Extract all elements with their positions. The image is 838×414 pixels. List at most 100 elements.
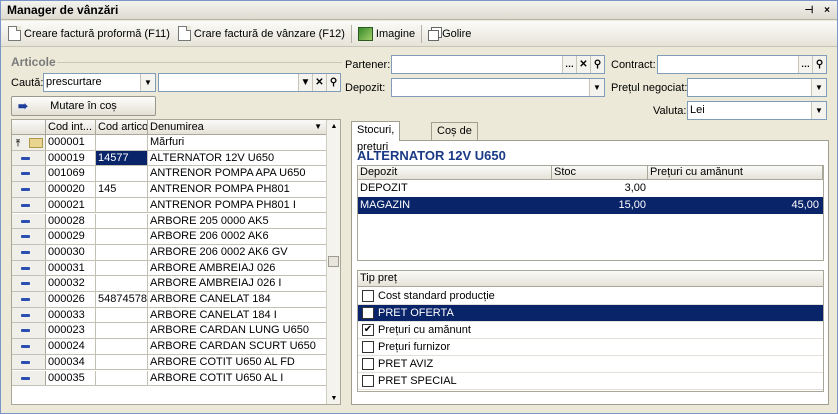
clear-partner-icon[interactable]: ✕ (576, 56, 590, 73)
dropdown-arrow-icon[interactable]: ▼ (140, 74, 155, 91)
row-indicator[interactable] (12, 260, 46, 276)
cell-article-code: 145 (96, 182, 148, 197)
row-indicator[interactable] (12, 166, 46, 182)
row-indicator[interactable] (12, 197, 46, 213)
checkbox[interactable] (362, 341, 374, 353)
table-row[interactable]: 000019 14577 ALTERNATOR 12V U650 (12, 150, 328, 167)
column-header-article-code[interactable]: Cod articol (96, 120, 148, 135)
price-type-row[interactable]: Prețuri furnizor (358, 339, 823, 356)
search-icon[interactable]: ⚲ (326, 74, 340, 91)
folder-icon (29, 138, 43, 148)
partner-label: Partener: (345, 59, 391, 71)
clear-search-icon[interactable]: ✕ (312, 74, 326, 91)
column-header-internal-code[interactable]: Cod int... (46, 120, 96, 135)
checkbox[interactable] (362, 375, 374, 387)
create-proforma-button[interactable]: Creare factură proformă (F11) (4, 23, 174, 45)
search-contract-icon[interactable]: ⚲ (812, 56, 826, 73)
table-row[interactable]: 000024 ARBORE CARDAN SCURT U650 (12, 339, 328, 355)
create-invoice-button[interactable]: Crare factură de vânzare (F12) (174, 23, 349, 45)
row-indicator[interactable] (12, 244, 46, 260)
table-row[interactable]: 001069 ANTRENOR POMPA APA U650 (12, 166, 328, 183)
close-icon[interactable]: × (821, 1, 833, 20)
price-type-row[interactable]: PRET OFERTA (358, 305, 823, 322)
negotiated-price-select[interactable]: ▼ (687, 78, 827, 97)
row-indicator[interactable] (12, 370, 46, 386)
dropdown-arrow-icon[interactable]: ▼ (811, 79, 826, 96)
grid-folder-row[interactable]: ⤒ 000001 Mărfuri (12, 135, 328, 151)
price-type-list: Tip preț Cost standard producție PRET OFE… (357, 270, 824, 392)
checkbox[interactable] (362, 290, 374, 302)
price-type-row[interactable]: PRET SPECIAL (358, 373, 823, 390)
table-row[interactable]: 000023 ARBORE CARDAN LUNG U650 (12, 323, 328, 340)
stock-row[interactable]: MAGAZIN 15,00 45,00 (358, 197, 823, 214)
row-indicator[interactable] (12, 229, 46, 244)
row-indicator[interactable] (12, 323, 46, 339)
table-row[interactable]: 000035 ARBORE COTIT U650 AL I (12, 370, 328, 387)
dropdown-arrow-icon[interactable]: ▼ (589, 79, 604, 96)
dropdown-arrow-icon[interactable]: ▼ (811, 102, 826, 119)
cell-internal-code: 000035 (46, 370, 96, 386)
table-row[interactable]: 000033 ARBORE CANELAT 184 I (12, 307, 328, 324)
cell-article-code (96, 213, 148, 229)
contract-input[interactable]: … ⚲ (657, 55, 827, 74)
checked-checkbox[interactable]: ✔ (362, 324, 374, 336)
row-indicator[interactable] (12, 307, 46, 323)
price-type-row[interactable]: PRET AVIZ (358, 356, 823, 373)
table-row[interactable]: 000029 ARBORE 206 0002 AK6 (12, 229, 328, 245)
scroll-down-icon[interactable]: ▼ (328, 393, 340, 404)
cell-article-code (96, 276, 148, 291)
articles-grid: Cod int... Cod articol Denumirea ▼ ⤒ 0000… (11, 119, 341, 405)
price-type-label: PRET AVIZ (378, 358, 434, 370)
item-icon (21, 172, 30, 176)
price-type-row[interactable]: Cost standard producție (358, 288, 823, 305)
checkbox[interactable] (362, 358, 374, 370)
row-indicator[interactable] (12, 292, 46, 307)
table-row[interactable]: 000026 54874578 ARBORE CANELAT 184 (12, 292, 328, 308)
item-icon (21, 156, 30, 160)
image-icon (357, 26, 373, 41)
table-row[interactable]: 000020 145 ANTRENOR POMPA PH801 (12, 182, 328, 198)
row-indicator[interactable] (12, 339, 46, 354)
row-indicator[interactable]: ⤒ (12, 135, 46, 150)
scroll-up-icon[interactable]: ▲ (328, 121, 340, 133)
column-header-depot[interactable]: Depozit (358, 166, 552, 180)
depot-select[interactable]: ▼ (391, 78, 605, 97)
checkbox[interactable] (362, 307, 374, 319)
row-indicator[interactable] (12, 276, 46, 291)
tab-article-cart[interactable]: Coș de articole (431, 122, 479, 154)
search-field-select[interactable]: prescurtare ▼ (43, 73, 156, 92)
cell-article-code (96, 244, 148, 260)
column-header-retail-price[interactable]: Prețuri cu amănunt (648, 166, 823, 180)
price-type-label: Prețuri cu amănunt (378, 324, 471, 336)
scroll-thumb[interactable] (328, 256, 339, 267)
row-indicator[interactable] (12, 150, 46, 166)
browse-icon[interactable]: … (562, 56, 576, 73)
clear-button[interactable]: Golire (424, 23, 475, 45)
pin-icon[interactable]: ⊣ (803, 1, 815, 20)
move-to-cart-button[interactable]: ➠ Mutare în coș (11, 96, 156, 116)
column-header-stock[interactable]: Stoc (552, 166, 648, 180)
column-header-name[interactable]: Denumirea ▼ (148, 120, 328, 135)
table-row[interactable]: 000034 ARBORE COTIT U650 AL FD (12, 354, 328, 371)
stock-row[interactable]: DEPOZIT 3,00 (358, 180, 823, 197)
row-indicator[interactable] (12, 182, 46, 197)
cell-name: ARBORE 206 0002 AK6 (148, 229, 328, 244)
table-row[interactable]: 000030 ARBORE 206 0002 AK6 GV (12, 244, 328, 261)
search-partner-icon[interactable]: ⚲ (590, 56, 604, 73)
price-type-row[interactable]: ✔ Prețuri cu amănunt (358, 322, 823, 339)
table-row[interactable]: 000032 ARBORE AMBREIAJ 026 I (12, 276, 328, 292)
table-row[interactable]: 000021 ANTRENOR POMPA PH801 I (12, 197, 328, 214)
cell-internal-code: 000030 (46, 244, 96, 260)
grid-vertical-scrollbar[interactable]: ▲ ▼ (326, 120, 340, 404)
dropdown-arrow-icon[interactable]: ▼ (298, 74, 312, 91)
search-input[interactable]: ▼ ✕ ⚲ (158, 73, 341, 92)
currency-select[interactable]: Lei ▼ (687, 101, 827, 120)
image-button[interactable]: Imagine (354, 23, 419, 45)
tab-stocks-prices[interactable]: Stocuri, prețuri (351, 121, 401, 153)
row-indicator[interactable] (12, 354, 46, 370)
partner-input[interactable]: … ✕ ⚲ (391, 55, 605, 74)
table-row[interactable]: 000031 ARBORE AMBREIAJ 026 (12, 260, 328, 277)
row-indicator[interactable] (12, 213, 46, 229)
table-row[interactable]: 000028 ARBORE 205 0000 AK5 (12, 213, 328, 230)
browse-icon[interactable]: … (798, 56, 812, 73)
